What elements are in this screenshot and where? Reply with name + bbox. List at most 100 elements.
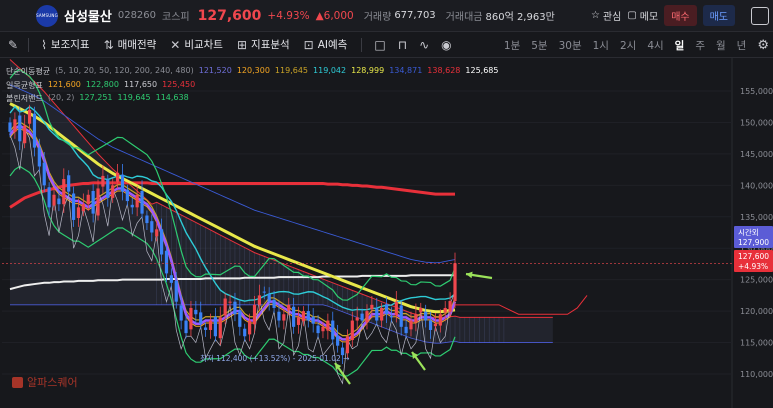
ichimoku-value-3: 125,450 <box>162 80 196 89</box>
candle-body <box>67 175 71 192</box>
candle-body <box>213 316 217 337</box>
indicator-button[interactable]: ⌇ 보조지표 <box>41 37 90 52</box>
candle-body <box>301 311 306 322</box>
period-9[interactable]: 년 <box>737 38 747 53</box>
candle-body <box>115 172 120 182</box>
candle-body <box>135 194 139 208</box>
period-7[interactable]: 주 <box>695 38 705 53</box>
strategy-button[interactable]: ⇅ 매매전략 <box>104 37 157 52</box>
candle-body <box>96 188 100 216</box>
after-hours-label: 시간외 <box>738 227 759 237</box>
candle-body <box>321 326 325 332</box>
y-tick-label: 155,000 <box>740 87 773 96</box>
bollinger-values: 127,251 119,645 114,638 <box>79 93 188 104</box>
amount-label: 거래대금 <box>445 12 483 23</box>
memo-button[interactable]: ▢ 메모 <box>627 8 658 23</box>
candle-body <box>262 291 266 293</box>
ai-button[interactable]: ⊡ AI예측 <box>304 37 348 52</box>
candle-body <box>296 317 301 325</box>
candle-body <box>199 312 203 324</box>
candle-body <box>37 147 41 167</box>
candle-body <box>360 313 364 321</box>
low-price-label: 최저 112,400 (+13.52%) - 2025.01.02 → <box>200 353 349 363</box>
candle-body <box>404 326 408 334</box>
candle-body <box>311 316 315 324</box>
bollinger-value-1: 119,645 <box>117 93 151 102</box>
ma-values: 121,520 120,300 119,645 119,042 128,999 134,8… <box>199 66 499 77</box>
line-chart-icon[interactable]: ∿ <box>419 38 429 52</box>
candle-body <box>252 304 257 325</box>
candle-body <box>52 194 56 206</box>
period-8[interactable]: 월 <box>716 38 726 53</box>
y-tick-label: 135,000 <box>740 213 773 222</box>
candle-body <box>91 190 95 214</box>
candle-body <box>428 320 433 330</box>
indicator-label: 보조지표 <box>50 39 90 51</box>
candle-body <box>267 294 271 302</box>
candle-body <box>179 305 183 321</box>
candle-body <box>370 304 374 310</box>
candle-body <box>62 179 66 205</box>
candle-body <box>189 307 193 330</box>
candle-body <box>355 317 359 321</box>
candle-icon[interactable]: ⊓ <box>398 38 407 52</box>
compare-button[interactable]: ✕ 비교차트 <box>170 37 223 52</box>
memo-icon: ▢ <box>627 10 637 21</box>
divider <box>28 37 30 52</box>
settings-icon[interactable]: ⚙ <box>757 38 769 53</box>
candle-body <box>81 204 85 212</box>
candle-body <box>140 190 144 214</box>
watch-button[interactable]: ☆ 관심 <box>591 8 621 23</box>
candle-body <box>384 304 389 315</box>
candle-body <box>399 305 403 327</box>
period-3[interactable]: 1시 <box>593 38 609 53</box>
candle-body <box>106 179 110 198</box>
candle-body <box>204 327 208 330</box>
candle-body <box>155 229 159 237</box>
candle-body <box>208 320 213 330</box>
candle-body <box>375 308 379 321</box>
camera-icon[interactable]: ◉ <box>441 38 451 52</box>
candle-body <box>218 317 222 339</box>
candle-body <box>326 320 330 331</box>
analysis-button[interactable]: ⊞ 지표분석 <box>237 37 290 52</box>
watermark-text: 알파스퀘어 <box>27 376 78 389</box>
amount-value: 860억 2,963만 <box>485 12 555 23</box>
current-price: 127,600 <box>197 7 262 24</box>
buy-button[interactable]: 매수 <box>664 5 697 26</box>
candle-body <box>223 298 227 316</box>
period-1[interactable]: 5분 <box>531 38 547 53</box>
candle-body <box>389 316 394 318</box>
chart-canvas[interactable]: 110,000115,000120,000125,000130,000135,0… <box>0 58 773 408</box>
period-6[interactable]: 일 <box>675 38 685 53</box>
square-icon[interactable]: □ <box>374 38 385 52</box>
candle-body <box>57 198 61 205</box>
change-percent: +4.93% <box>267 9 310 22</box>
candle-body <box>101 175 105 187</box>
period-0[interactable]: 1분 <box>504 38 520 53</box>
ma-value-0: 121,520 <box>198 66 232 75</box>
candle-body <box>292 306 296 327</box>
candle-body <box>438 314 442 326</box>
candle-body <box>287 304 291 311</box>
price-chart[interactable]: 110,000 115,000 120,000 125,000 130,000 135,0… <box>0 58 773 408</box>
stock-code: 028260 <box>117 10 157 21</box>
watermark: 알파스퀘어 <box>12 374 78 390</box>
ma-value-1: 120,300 <box>236 66 270 75</box>
candle-body <box>448 301 452 312</box>
period-2[interactable]: 30분 <box>559 38 582 53</box>
y-tick-label: 110,000 <box>740 370 773 379</box>
volume-label: 거래량 <box>363 12 392 23</box>
y-tick-label: 115,000 <box>740 339 773 348</box>
candle-body <box>174 280 178 302</box>
candle-body <box>409 320 413 330</box>
window-icon[interactable] <box>751 6 769 25</box>
bollinger-value-2: 114,638 <box>155 93 189 102</box>
period-5[interactable]: 4시 <box>647 38 663 53</box>
y-tick-label: 150,000 <box>740 118 773 127</box>
sell-button[interactable]: 매도 <box>702 5 735 26</box>
period-4[interactable]: 2시 <box>620 38 636 53</box>
pencil-icon[interactable]: ✎ <box>8 38 18 52</box>
candle-body <box>257 295 261 305</box>
bollinger-legend: 볼린저밴드 (20, 2) 127,251 119,645 114,638 <box>6 93 189 104</box>
